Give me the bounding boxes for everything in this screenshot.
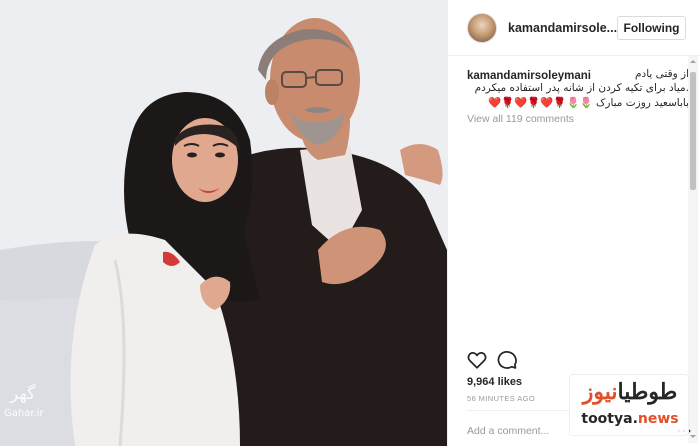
caption-line-1: از وقتی یادم	[635, 68, 689, 80]
scroll-up-arrow-icon[interactable]	[688, 57, 698, 66]
post-photo[interactable]	[0, 0, 447, 446]
heart-icon[interactable]	[466, 349, 488, 371]
tootya-en-accent: news	[637, 411, 679, 427]
avatar[interactable]	[467, 13, 497, 43]
following-button[interactable]: Following	[617, 16, 686, 40]
gahar-watermark-glyph: گهر	[10, 384, 36, 404]
caption-username[interactable]: kamandamirsoleymani	[467, 70, 591, 82]
username[interactable]: kamandamirsole...	[508, 21, 617, 35]
post-actions	[448, 341, 688, 371]
likes-count[interactable]: 9,964 likes	[467, 376, 522, 388]
gahar-watermark-site: Gahar.ir	[4, 408, 44, 419]
post-header: kamandamirsole... Following	[448, 0, 700, 56]
post-timestamp[interactable]: 56 MINUTES AGO	[467, 394, 535, 403]
comments-section: kamandamirsoleymani از وقتی یادم .میاد ب…	[448, 56, 700, 341]
speech-bubble-icon[interactable]	[496, 349, 518, 371]
tootya-fa-main: طوطیا	[617, 379, 678, 405]
tootya-watermark-english: tootya.news	[570, 411, 690, 427]
gahar-watermark: گهر Gahar.ir	[0, 382, 62, 426]
caption-line-3: باباسعید روزت مبارک 🌷🌷🌹❤️🌹❤️🌹❤️	[488, 97, 689, 109]
tootya-en-main: tootya.	[581, 411, 638, 427]
tootya-watermark: طوطیانیوز tootya.news	[569, 374, 689, 436]
tootya-fa-accent: نیوز	[582, 379, 618, 405]
tootya-watermark-persian: طوطیانیوز	[576, 379, 684, 405]
photo-illustration	[0, 0, 447, 446]
scrollbar-thumb[interactable]	[690, 72, 696, 190]
view-all-comments-link[interactable]: View all 119 comments	[467, 113, 574, 125]
caption-line-2: .میاد برای تکیه کردن از شانه پدر استفاده…	[474, 82, 689, 94]
